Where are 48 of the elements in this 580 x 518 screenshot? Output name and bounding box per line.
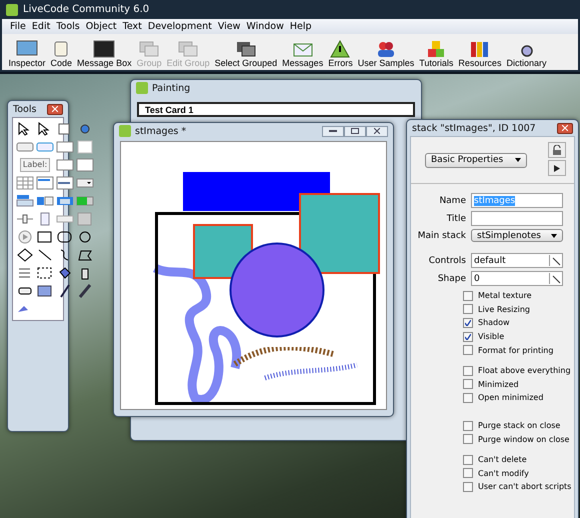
field-label: Shape xyxy=(436,274,466,284)
field-label: Name xyxy=(438,196,466,206)
toolbar-button[interactable]: User Samples xyxy=(355,40,417,70)
menu-item[interactable]: Help xyxy=(290,21,312,32)
menu-item[interactable]: Tools xyxy=(56,21,80,32)
field-label: Controls xyxy=(428,256,466,266)
menu-item[interactable]: Development xyxy=(148,21,212,32)
checkbox-label: Metal texture xyxy=(478,291,532,300)
checkbox-label: Minimized xyxy=(478,380,519,389)
menu-item[interactable]: File xyxy=(10,21,26,32)
menu-item[interactable]: View xyxy=(218,21,240,32)
window-title: Painting xyxy=(152,82,190,94)
main-stack-dropdown[interactable]: stSimplenotes xyxy=(471,229,563,242)
checkbox-label: Purge stack on close xyxy=(478,421,560,430)
checkbox-label: Can't delete xyxy=(478,455,527,464)
field-label: Main stack xyxy=(416,230,466,240)
field-label: Title xyxy=(446,214,466,224)
checkbox-label: Format for printing xyxy=(478,346,554,355)
card-title-field: Test Card 1 xyxy=(137,102,415,117)
label-tool[interactable]: Label: xyxy=(20,158,50,172)
toolbar-button[interactable]: Resources xyxy=(456,40,504,70)
checkbox-label: Shadow xyxy=(478,318,510,328)
toolbar-button[interactable]: Inspector xyxy=(6,40,48,70)
window-title: stack "stImages", ID 1007 xyxy=(412,122,536,134)
checkbox-label: User can't abort scripts xyxy=(478,482,572,492)
window-title: LiveCode Community 6.0 xyxy=(23,4,150,15)
toolbar-button[interactable]: Messages xyxy=(280,40,326,70)
checkbox-label: Purge window on close xyxy=(478,434,570,444)
menu-item[interactable]: Edit xyxy=(32,21,50,32)
toolbar-button[interactable]: Dictionary xyxy=(504,40,549,70)
menu-item[interactable]: Text xyxy=(122,21,142,32)
checkbox-label: Live Resizing xyxy=(478,304,530,314)
toolbar-button[interactable]: Tutorials xyxy=(416,40,456,70)
checkbox-label: Open minimized xyxy=(478,393,544,402)
menu-item[interactable]: Object xyxy=(86,21,117,32)
checkbox-label: Visible xyxy=(478,332,504,342)
toolbar-button[interactable]: Message Box xyxy=(74,40,134,70)
window-title: stImages * xyxy=(135,126,186,136)
section-dropdown[interactable]: Basic Properties xyxy=(425,152,527,168)
input-field[interactable]: default xyxy=(471,253,563,268)
checkbox-label: Float above everything xyxy=(478,366,571,376)
input-field[interactable]: 0 xyxy=(471,271,563,286)
toolbar-button[interactable]: Select Grouped xyxy=(212,40,280,70)
window-title: Tools xyxy=(13,104,36,114)
toolbar-button[interactable]: Code xyxy=(48,40,75,70)
toolbar-button[interactable]: Errors xyxy=(326,40,356,70)
menu-item[interactable]: Window xyxy=(246,21,284,32)
checkbox-label: Can't modify xyxy=(478,468,529,478)
